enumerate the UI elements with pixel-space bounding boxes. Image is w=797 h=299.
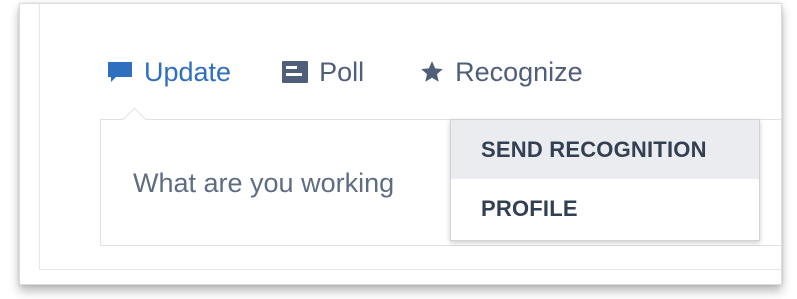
poll-icon xyxy=(281,59,309,85)
star-icon xyxy=(419,59,445,85)
post-composer-card: Update Poll Recognize What are you worki… xyxy=(19,3,782,285)
tab-poll[interactable]: Poll xyxy=(281,57,364,88)
composer-notch xyxy=(122,107,147,132)
composer-placeholder: What are you working xyxy=(133,168,395,198)
screenshot-stage: Update Poll Recognize What are you worki… xyxy=(0,0,797,299)
recognize-dropdown-menu: SEND RECOGNITION PROFILE xyxy=(450,119,760,241)
menu-item-profile[interactable]: PROFILE xyxy=(451,179,759,238)
menu-item-send-recognition[interactable]: SEND RECOGNITION xyxy=(451,120,759,179)
tab-recognize[interactable]: Recognize xyxy=(419,57,583,88)
tab-update[interactable]: Update xyxy=(106,57,231,88)
speech-bubble-icon xyxy=(106,58,134,86)
card-inner-panel: Update Poll Recognize What are you worki… xyxy=(39,4,781,270)
tab-update-label: Update xyxy=(144,56,232,87)
tab-poll-label: Poll xyxy=(319,56,365,87)
tab-recognize-label: Recognize xyxy=(455,56,583,87)
post-type-tabs: Update Poll Recognize xyxy=(106,52,583,92)
